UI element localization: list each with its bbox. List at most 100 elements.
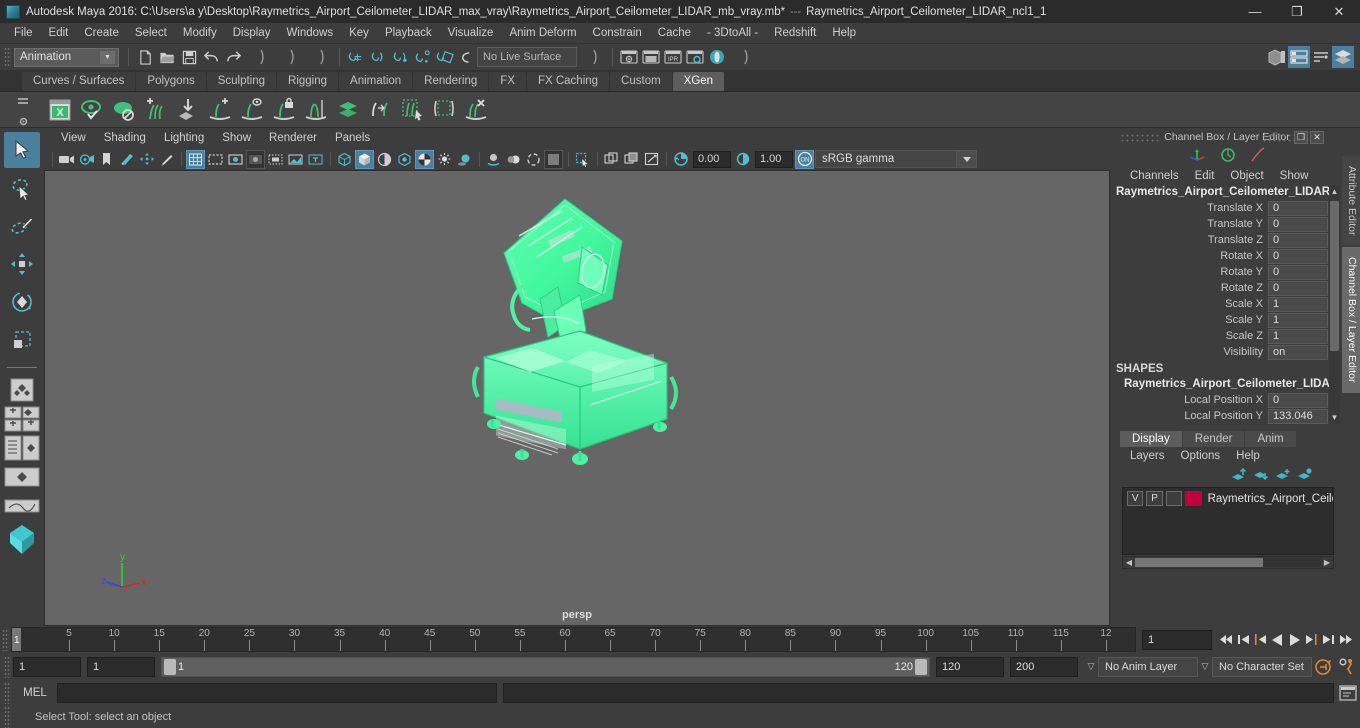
wireframe-shading-icon[interactable] xyxy=(335,150,354,169)
ipr-render-icon[interactable]: IPR xyxy=(662,46,684,68)
redo-icon[interactable] xyxy=(222,46,244,68)
xray-mode-icon[interactable] xyxy=(602,150,621,169)
camera-attributes-icon[interactable] xyxy=(77,150,96,169)
close-button[interactable]: ✕ xyxy=(1318,0,1360,23)
channel-row[interactable]: Translate Y 0 xyxy=(1114,216,1328,232)
menu-file[interactable]: File xyxy=(6,25,41,41)
status-line-grip[interactable] xyxy=(4,47,11,67)
color-profile-field[interactable]: sRGB gamma xyxy=(815,150,957,168)
menu-constrain[interactable]: Constrain xyxy=(585,25,650,41)
render-current-frame-icon[interactable] xyxy=(618,46,640,68)
shelf-tab-rendering[interactable]: Rendering xyxy=(413,72,489,91)
tab-anim-layers[interactable]: Anim xyxy=(1245,431,1296,447)
shelf-tab-sculpting[interactable]: Sculpting xyxy=(206,72,277,91)
step-forward-keyframe-icon[interactable] xyxy=(1320,629,1337,651)
depth-of-field-icon[interactable] xyxy=(544,149,563,169)
snap-to-projected-center-icon[interactable] xyxy=(411,46,433,68)
film-gate-display-icon[interactable] xyxy=(266,150,285,169)
gate-mask-icon[interactable] xyxy=(246,149,265,169)
menu-redshift[interactable]: Redshift xyxy=(766,25,824,41)
show-grid-icon[interactable] xyxy=(186,149,205,169)
shadows-icon[interactable] xyxy=(455,150,474,169)
xgen-add-guide-icon[interactable] xyxy=(204,94,236,126)
time-slider-grip[interactable] xyxy=(2,628,9,651)
two-d-pan-zoom-icon[interactable] xyxy=(137,150,156,169)
color-profile-dropdown-arrow[interactable] xyxy=(957,150,977,168)
channel-row[interactable]: Scale Y 1 xyxy=(1114,312,1328,328)
step-forward-frame-icon[interactable] xyxy=(1303,629,1320,651)
shelf-tab-animation[interactable]: Animation xyxy=(339,72,413,91)
channel-value[interactable]: 1 xyxy=(1268,296,1328,312)
show-tool-settings-icon[interactable] xyxy=(1310,46,1332,68)
bookmark-icon[interactable] xyxy=(97,150,116,169)
film-gate-icon[interactable] xyxy=(206,150,225,169)
scroll-down-arrow-icon[interactable]: ▼ xyxy=(1329,411,1340,424)
channel-row[interactable]: Scale X 1 xyxy=(1114,296,1328,312)
four-view-layout-icon[interactable] xyxy=(4,406,40,432)
display-layer-list[interactable]: V P Raymetrics_Airport_Ceilo xyxy=(1122,487,1334,555)
animation-end-time-field[interactable]: 200 xyxy=(1010,656,1078,677)
shelf-tab-fx[interactable]: FX xyxy=(489,72,526,91)
shelf-tab-fx-caching[interactable]: FX Caching xyxy=(526,72,610,91)
layer-visibility-toggle[interactable]: V xyxy=(1127,491,1144,506)
channel-row[interactable]: Rotate Y 0 xyxy=(1114,264,1328,280)
snap-to-point-icon[interactable] xyxy=(389,46,411,68)
menu-set-selector[interactable]: Animation ▼ xyxy=(14,47,119,67)
xgen-show-preview-icon[interactable] xyxy=(76,94,108,126)
motion-blur-icon[interactable] xyxy=(504,150,523,169)
hud-text-icon[interactable] xyxy=(306,150,325,169)
anim-layer-dropdown-arrow-icon[interactable]: ▽ xyxy=(1084,661,1098,672)
xgen-preview-guide-icon[interactable] xyxy=(236,94,268,126)
single-perspective-layout-icon[interactable] xyxy=(4,377,40,403)
auto-key-icon[interactable] xyxy=(1312,656,1336,678)
menu-help[interactable]: Help xyxy=(824,25,864,41)
channel-value[interactable]: 133.046 xyxy=(1268,408,1328,424)
live-surface-field[interactable]: No Live Surface xyxy=(477,47,577,67)
move-tool-icon[interactable] xyxy=(4,246,40,282)
render-sequence-icon[interactable] xyxy=(640,46,662,68)
outliner-persp-layout-icon[interactable] xyxy=(4,435,40,461)
use-default-material-icon[interactable] xyxy=(395,150,414,169)
channel-row[interactable]: Translate X 0 xyxy=(1114,200,1328,216)
layer-color-swatch[interactable] xyxy=(1185,491,1202,506)
grease-pencil-icon[interactable] xyxy=(157,150,176,169)
scrollbar-thumb[interactable] xyxy=(1330,201,1339,351)
range-start-handle[interactable] xyxy=(164,658,176,675)
command-language-label[interactable]: MEL xyxy=(13,687,57,699)
menu-anim-deform[interactable]: Anim Deform xyxy=(501,25,584,41)
shelf-tab-xgen[interactable]: XGen xyxy=(672,72,725,91)
screen-space-ao-icon[interactable] xyxy=(484,150,503,169)
command-input-field[interactable] xyxy=(57,683,497,703)
shelf-tab-polygons[interactable]: Polygons xyxy=(136,72,206,91)
go-to-end-icon[interactable] xyxy=(1337,629,1354,651)
select-tool-icon[interactable] xyxy=(4,132,40,168)
menu-cache[interactable]: Cache xyxy=(650,25,699,41)
time-slider[interactable]: 1 5 10 15 20 25 30 35 40 45 50 55 60 65 70 75 80 85 90 95 1… xyxy=(11,627,1136,652)
xgen-select-box-icon[interactable] xyxy=(428,94,460,126)
create-layer-from-selected-icon[interactable] xyxy=(1294,466,1316,484)
channel-value[interactable]: on xyxy=(1268,344,1328,360)
undo-icon[interactable] xyxy=(200,46,222,68)
channel-row[interactable]: Rotate Z 0 xyxy=(1114,280,1328,296)
menu-create[interactable]: Create xyxy=(76,25,127,41)
channel-value[interactable]: 0 xyxy=(1268,200,1328,216)
render-settings-icon[interactable] xyxy=(684,46,706,68)
channel-value[interactable]: 0 xyxy=(1268,232,1328,248)
graph-editor-persp-layout-icon[interactable] xyxy=(4,493,40,519)
range-slider-grip[interactable] xyxy=(4,655,11,678)
use-all-lights-icon[interactable] xyxy=(435,150,454,169)
save-scene-icon[interactable] xyxy=(178,46,200,68)
channel-value[interactable]: 0 xyxy=(1268,392,1328,408)
color-management-toggle-icon[interactable]: ON xyxy=(795,149,814,169)
panel-close-icon[interactable]: ✕ xyxy=(1310,130,1324,144)
channel-box-menu-object[interactable]: Object xyxy=(1222,169,1271,183)
channel-value[interactable]: 1 xyxy=(1268,312,1328,328)
scale-tool-icon[interactable] xyxy=(4,322,40,358)
shelf-settings-icon[interactable] xyxy=(17,115,30,131)
hypershade-persp-layout-icon[interactable] xyxy=(4,464,40,490)
xgen-editor-icon[interactable]: X xyxy=(44,94,76,126)
rotate-manipulator-icon[interactable] xyxy=(1219,147,1237,166)
playback-end-time-field[interactable]: 120 xyxy=(936,656,1004,677)
xgen-import-collection-icon[interactable] xyxy=(172,94,204,126)
character-set-dropdown-arrow-icon[interactable]: ▽ xyxy=(1198,661,1212,672)
